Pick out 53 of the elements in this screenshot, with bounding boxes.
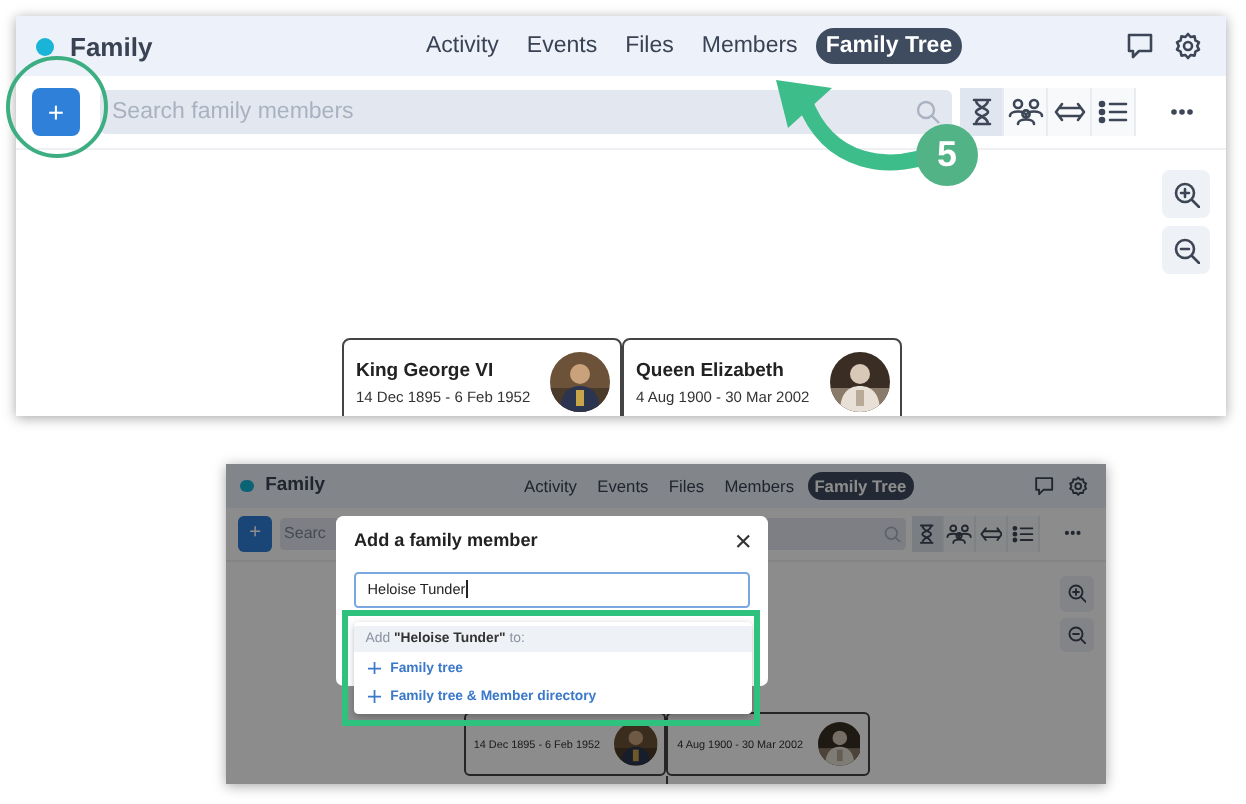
logo-dot xyxy=(36,37,54,55)
person-name: Queen Elizabeth xyxy=(636,359,786,381)
people-icon xyxy=(946,523,973,544)
zoom-out-icon xyxy=(1067,625,1087,645)
zoom-in-icon xyxy=(1067,584,1087,604)
hourglass-icon xyxy=(918,523,937,544)
plus-icon xyxy=(368,661,382,675)
zoom-in-button[interactable] xyxy=(1059,576,1095,612)
hourglass-icon xyxy=(969,98,993,126)
nav-tab[interactable]: Family Tree xyxy=(807,471,914,501)
add-button[interactable]: + xyxy=(237,516,273,552)
nav-tab[interactable]: Activity xyxy=(516,471,585,501)
zoom-in-icon xyxy=(1173,181,1199,207)
view-button[interactable] xyxy=(1092,88,1136,136)
chat-icon[interactable] xyxy=(1033,475,1054,496)
list-icon xyxy=(1098,98,1128,126)
nav-tab[interactable]: Events xyxy=(516,28,608,64)
chat-icon[interactable] xyxy=(1126,32,1154,60)
people-icon xyxy=(1007,98,1043,126)
dialog-title: Add a family member xyxy=(353,530,538,551)
view-button[interactable] xyxy=(1008,516,1041,552)
more-icon[interactable] xyxy=(1170,108,1194,116)
double-arrow-icon xyxy=(1053,98,1085,126)
close-icon[interactable] xyxy=(736,533,751,549)
view-button[interactable] xyxy=(1048,88,1092,136)
settings-icon[interactable] xyxy=(1067,475,1089,496)
add-button[interactable]: + xyxy=(32,88,80,136)
app-name: Family xyxy=(265,474,326,497)
zoom-in-button[interactable] xyxy=(1162,170,1210,218)
view-button[interactable] xyxy=(976,516,1009,552)
double-arrow-icon xyxy=(979,523,1003,544)
view-button[interactable] xyxy=(1004,88,1048,136)
nav-tab[interactable]: Members xyxy=(691,28,808,64)
plus-icon xyxy=(368,690,382,704)
zoom-out-button[interactable] xyxy=(1162,226,1210,274)
list-icon xyxy=(1012,523,1035,544)
logo-dot xyxy=(240,479,254,493)
settings-icon[interactable] xyxy=(1174,32,1202,60)
nav-tab[interactable]: Events xyxy=(590,471,656,501)
nav-tab[interactable]: Files xyxy=(615,28,684,64)
view-button[interactable] xyxy=(944,516,977,552)
nav-tab[interactable]: Family Tree xyxy=(815,28,963,64)
nav-tab[interactable]: Members xyxy=(717,471,802,501)
more-icon[interactable] xyxy=(1064,530,1083,537)
app-name: Family xyxy=(70,31,153,61)
name-input[interactable]: Heloise Tunder xyxy=(353,571,751,608)
nav-tab[interactable]: Activity xyxy=(416,28,509,64)
view-button[interactable] xyxy=(960,88,1004,136)
person-name: King George VI xyxy=(356,359,496,381)
nav-tab[interactable]: Files xyxy=(661,471,712,501)
zoom-out-icon xyxy=(1173,237,1199,263)
view-button[interactable] xyxy=(912,516,945,552)
zoom-out-button[interactable] xyxy=(1059,617,1095,653)
